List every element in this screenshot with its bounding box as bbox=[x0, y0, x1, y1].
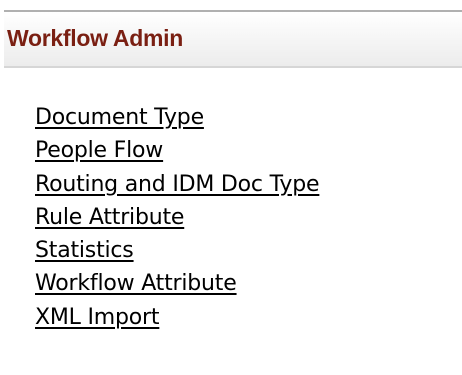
panel-title: Workflow Admin bbox=[7, 25, 183, 51]
list-item: People Flow bbox=[35, 134, 319, 167]
admin-link-list: Document Type People Flow Routing and ID… bbox=[35, 101, 320, 334]
document-type-link[interactable]: Document Type bbox=[35, 105, 204, 130]
workflow-attribute-link[interactable]: Workflow Attribute bbox=[35, 271, 237, 296]
statistics-link[interactable]: Statistics bbox=[35, 238, 134, 263]
list-item: Workflow Attribute bbox=[35, 267, 319, 300]
xml-import-link[interactable]: XML Import bbox=[35, 305, 160, 330]
workflow-admin-panel: Workflow Admin Document Type People Flow… bbox=[0, 0, 462, 375]
list-item: XML Import bbox=[35, 301, 319, 334]
list-item: Statistics bbox=[35, 234, 319, 267]
list-item: Rule Attribute bbox=[35, 201, 319, 234]
panel-header: Workflow Admin bbox=[4, 10, 462, 68]
rule-attribute-link[interactable]: Rule Attribute bbox=[35, 205, 184, 230]
people-flow-link[interactable]: People Flow bbox=[35, 138, 163, 163]
list-item: Document Type bbox=[35, 101, 319, 134]
routing-idm-doc-type-link[interactable]: Routing and IDM Doc Type bbox=[35, 172, 320, 197]
list-item: Routing and IDM Doc Type bbox=[35, 168, 320, 201]
